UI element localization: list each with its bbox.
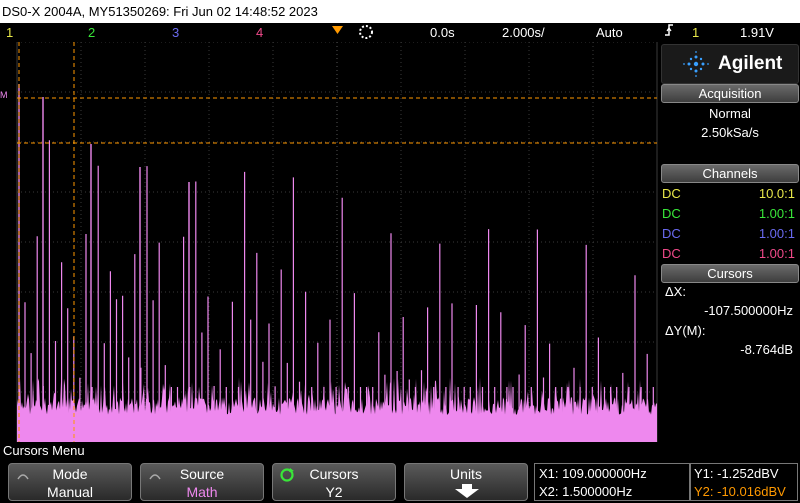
units-softkey-label: Units bbox=[450, 466, 482, 482]
brand-name: Agilent bbox=[718, 53, 783, 74]
status-bar: 1 2 3 4 0.0s 2.000s/ Auto 1 1.91V bbox=[0, 23, 800, 42]
trigger-level[interactable]: 1.91V bbox=[740, 23, 774, 42]
cursor-x1-readout: X1: 109.000000Hz bbox=[539, 466, 647, 481]
menu-title: Cursors Menu bbox=[0, 442, 800, 460]
channel-coupling: DC bbox=[662, 226, 681, 241]
cursors-heading: Cursors bbox=[661, 264, 799, 283]
delta-x-value: -107.500000Hz bbox=[704, 303, 793, 318]
probe-ratio: 10.0:1 bbox=[758, 186, 795, 201]
channel-row-2[interactable]: DC 1.00:1 bbox=[662, 204, 795, 224]
agilent-logo: Agilent bbox=[661, 44, 799, 84]
source-softkey[interactable]: Source Math bbox=[140, 463, 264, 501]
channel-coupling: DC bbox=[662, 246, 681, 261]
ch4-indicator[interactable]: 4 bbox=[256, 23, 263, 42]
waveform-display[interactable]: M bbox=[0, 42, 658, 442]
channel-coupling: DC bbox=[662, 206, 681, 221]
trigger-position-marker-icon bbox=[332, 21, 343, 34]
source-softkey-value: Math bbox=[186, 484, 218, 500]
cursor-x2-readout: X2: 1.500000Hz bbox=[539, 484, 633, 499]
sample-rate: 2.50kSa/s bbox=[701, 125, 759, 140]
channel-coupling: DC bbox=[662, 186, 681, 201]
channel-row-4[interactable]: DC 1.00:1 bbox=[662, 244, 795, 264]
cursor-y-readout: Y1: -1.252dBV Y2: -10.016dBV bbox=[690, 463, 798, 501]
ch3-indicator[interactable]: 3 bbox=[172, 23, 179, 42]
mode-softkey-value: Manual bbox=[47, 484, 93, 500]
cursors-softkey-value: Y2 bbox=[325, 484, 343, 500]
channel-row-1[interactable]: DC 10.0:1 bbox=[662, 184, 795, 204]
ch1-indicator[interactable]: 1 bbox=[6, 23, 13, 42]
mode-softkey[interactable]: Mode Manual bbox=[8, 463, 132, 501]
cursors-softkey[interactable]: Cursors Y2 bbox=[272, 463, 396, 501]
softkey-bar: Mode Manual Source Math Cursors Y2 Units… bbox=[0, 460, 800, 503]
window-title: DS0-X 2004A, MY51350269: Fri Jun 02 14:4… bbox=[0, 0, 800, 23]
math-ground-marker: M bbox=[0, 90, 8, 100]
probe-ratio: 1.00:1 bbox=[758, 226, 795, 241]
trigger-source[interactable]: 1 bbox=[692, 23, 699, 42]
delta-x-label: ΔX: bbox=[665, 284, 686, 299]
acquisition-info: Normal 2.50kSa/s bbox=[661, 104, 799, 142]
probe-ratio: 1.00:1 bbox=[758, 206, 795, 221]
cursor-x-readout: X1: 109.000000Hz X2: 1.500000Hz bbox=[534, 463, 690, 501]
units-softkey[interactable]: Units bbox=[404, 463, 528, 501]
probe-ratio: 1.00:1 bbox=[758, 246, 795, 261]
cursors-softkey-label: Cursors bbox=[309, 466, 359, 482]
acquisition-heading: Acquisition bbox=[661, 84, 799, 103]
channels-heading: Channels bbox=[661, 164, 799, 183]
trigger-edge-icon bbox=[664, 23, 674, 42]
mode-softkey-label: Mode bbox=[52, 466, 88, 482]
fft-trace-area: M bbox=[0, 42, 658, 442]
source-softkey-label: Source bbox=[179, 466, 225, 482]
cursor-y1-readout: Y1: -1.252dBV bbox=[694, 466, 779, 481]
timebase-value[interactable]: 2.000s/ bbox=[502, 23, 545, 42]
delta-y-value: -8.764dB bbox=[740, 342, 793, 357]
channel-row-3[interactable]: DC 1.00:1 bbox=[662, 224, 795, 244]
agilent-spark-icon bbox=[683, 51, 709, 77]
delta-y-label: ΔY(M): bbox=[665, 323, 706, 338]
trigger-mode[interactable]: Auto bbox=[596, 23, 623, 42]
ch2-indicator[interactable]: 2 bbox=[88, 23, 95, 42]
cursor-y2-readout: Y2: -10.016dBV bbox=[694, 484, 786, 499]
cursor-info: ΔX: -107.500000Hz ΔY(M): -8.764dB bbox=[661, 284, 799, 364]
submenu-arrow-icon bbox=[455, 484, 479, 501]
delay-value[interactable]: 0.0s bbox=[430, 23, 455, 42]
acquisition-mode: Normal bbox=[709, 106, 751, 121]
